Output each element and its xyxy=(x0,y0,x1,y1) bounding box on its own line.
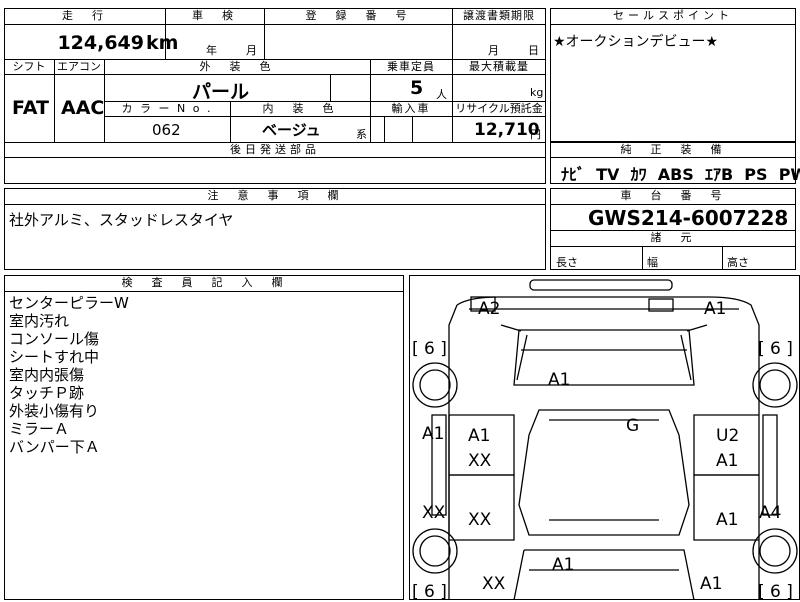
capacity-header: 乗車定員 xyxy=(387,60,435,73)
mark-front-left-fender: A1 xyxy=(422,424,445,444)
transfer-day-label: 日 xyxy=(528,44,539,57)
mark-front-right-door-a: U2 xyxy=(716,426,740,446)
exterior-color-value: パール xyxy=(192,81,250,103)
max-load-header: 最大積載量 xyxy=(469,60,529,73)
inspector-line: 外装小傷有り xyxy=(9,402,100,420)
mark-trunk: A1 xyxy=(552,555,575,575)
recycle-header: リサイクル預託金 xyxy=(455,102,543,115)
tire-front-left-depth: [ 6 ] xyxy=(412,339,447,359)
registration-header: 登 録 番 号 xyxy=(305,9,411,22)
mark-front-right-corner: A1 xyxy=(704,299,727,319)
tire-front-right-depth: [ 6 ] xyxy=(758,339,793,359)
inspection-month-label: 月 xyxy=(246,44,257,57)
mark-front-right-door-b: A1 xyxy=(716,451,739,471)
mark-rear-left-bumper: XX xyxy=(482,574,506,594)
transfer-month-label: 月 xyxy=(488,44,499,57)
import-header: 輸入車 xyxy=(391,102,431,115)
transfer-deadline-header: 譲渡書類期限 xyxy=(463,9,535,22)
mark-rear-left-door: XX xyxy=(468,510,492,530)
mark-rear-right-bumper: A1 xyxy=(700,574,723,594)
inspection-year-label: 年 xyxy=(206,44,217,57)
interior-color-value: ベージュ xyxy=(262,121,321,139)
shift-header: シフト xyxy=(12,60,46,73)
mileage-unit: km xyxy=(146,32,179,54)
sales-point-text: ★オークションデビュー★ xyxy=(553,34,719,50)
equipment-header: 純 正 装 備 xyxy=(620,143,726,156)
sales-point-header: セールスポイント xyxy=(613,9,733,22)
shift-value: FAT xyxy=(12,97,49,119)
inspector-lines: センターピラーW 室内汚れ コンソール傷 シートすれ中 室内内張傷 タッチＰ跡 … xyxy=(9,294,129,456)
dimensions-length-label: 長さ xyxy=(556,256,578,269)
mileage-header: 走 行 xyxy=(62,9,107,22)
notes-header: 注 意 事 項 欄 xyxy=(207,189,343,202)
dimensions-height-label: 高さ xyxy=(727,256,749,269)
max-load-unit: kg xyxy=(530,86,544,99)
notes-text: 社外アルミ、スタッドレスタイヤ xyxy=(9,211,234,229)
recycle-unit: 円 xyxy=(530,128,541,141)
exterior-color-header: 外 装 色 xyxy=(199,60,275,73)
tire-rear-left-depth: [ 6 ] xyxy=(412,582,447,602)
aircon-value: AAC xyxy=(61,97,105,119)
mark-rear-right-quarter: A4 xyxy=(759,503,782,523)
inspector-line: タッチＰ跡 xyxy=(9,384,85,402)
color-no-header: カ ラ ー N o . xyxy=(121,102,213,115)
inspector-line: シートすれ中 xyxy=(9,348,100,366)
chassis-value: GWS214-6007228 xyxy=(588,206,789,230)
mark-front-left-corner: A2 xyxy=(478,299,501,319)
color-no-value: 062 xyxy=(152,121,181,139)
later-parts-header: 後日発送部品 xyxy=(230,143,320,156)
aircon-header: エアコン xyxy=(57,60,101,73)
dimensions-width-label: 幅 xyxy=(647,256,658,269)
inspector-line: コンソール傷 xyxy=(9,330,100,348)
mark-front-left-door-a: A1 xyxy=(468,426,491,446)
tire-rear-right-depth: [ 6 ] xyxy=(758,582,793,602)
inspector-line: バンパー下Ａ xyxy=(9,438,100,456)
equipment-items: ﾅﾋﾞ TV ｶﾜ ABS ｴｱB PS PW xyxy=(561,165,800,184)
mark-roof: G xyxy=(626,416,640,436)
capacity-unit: 人 xyxy=(436,88,447,101)
mark-hood: A1 xyxy=(548,370,571,390)
interior-color-suffix: 系 xyxy=(356,128,367,141)
capacity-value: 5 xyxy=(410,77,424,99)
inspector-line: 室内内張傷 xyxy=(9,366,85,384)
dimensions-header: 諸 元 xyxy=(650,231,696,244)
inspector-line: センターピラーW xyxy=(9,294,129,312)
inspector-line: ミラーＡ xyxy=(9,420,70,438)
sales-point-box xyxy=(550,8,796,142)
inspection-header: 車 検 xyxy=(192,9,237,22)
mark-rear-left-quarter: XX xyxy=(422,503,446,523)
chassis-header: 車 台 番 号 xyxy=(620,189,726,202)
interior-color-header: 内 装 色 xyxy=(262,102,338,115)
mark-front-left-door-b: XX xyxy=(468,451,492,471)
inspector-line: 室内汚れ xyxy=(9,312,70,330)
mileage-value: 124,649 xyxy=(57,32,144,54)
mark-rear-right-door: A1 xyxy=(716,510,739,530)
inspector-header: 検 査 員 記 入 欄 xyxy=(121,276,287,289)
